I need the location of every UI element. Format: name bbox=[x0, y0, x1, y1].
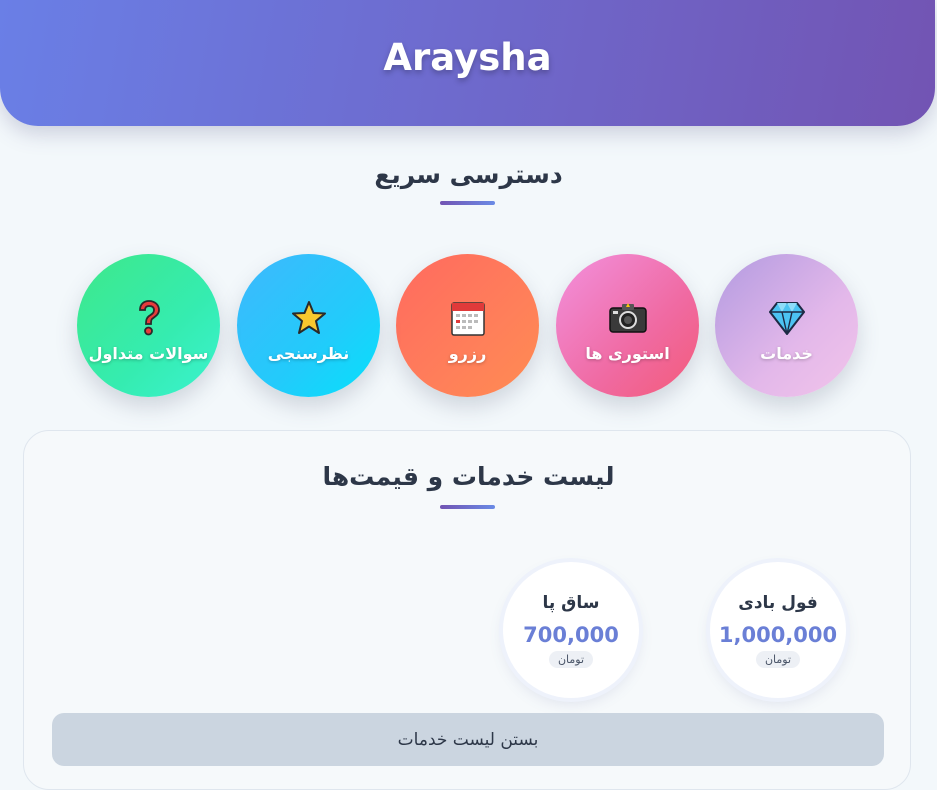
service-name: فول بادی bbox=[738, 592, 818, 613]
quick-access-underline bbox=[440, 201, 495, 205]
calendar-icon bbox=[448, 298, 488, 338]
services-title: لیست خدمات و قیمت‌ها bbox=[322, 462, 615, 491]
service-item-full-body[interactable]: فول بادی 1,000,000 تومان bbox=[710, 562, 846, 698]
app-title: Araysha bbox=[383, 35, 552, 79]
quick-item-survey[interactable]: نظرسنجی bbox=[237, 254, 380, 397]
quick-item-booking[interactable]: رزرو bbox=[396, 254, 539, 397]
quick-item-stories[interactable]: استوری ها bbox=[556, 254, 699, 397]
quick-item-faq[interactable]: سوالات متداول bbox=[77, 254, 220, 397]
star-icon bbox=[289, 298, 329, 338]
currency-badge: تومان bbox=[548, 650, 594, 668]
quick-item-services[interactable]: خدمات bbox=[715, 254, 858, 397]
service-price: 1,000,000 bbox=[718, 622, 838, 647]
quick-item-label: سوالات متداول bbox=[88, 344, 209, 363]
service-name: ساق پا bbox=[542, 592, 600, 613]
services-underline bbox=[440, 505, 495, 509]
quick-item-label: نظرسنجی bbox=[267, 344, 350, 363]
diamond-icon bbox=[767, 298, 807, 338]
quick-access-title: دسترسی سریع bbox=[374, 160, 563, 189]
quick-item-label: خدمات bbox=[760, 344, 813, 363]
service-item-leg[interactable]: ساق پا 700,000 تومان bbox=[503, 562, 639, 698]
camera-icon bbox=[608, 298, 648, 338]
close-services-button[interactable]: بستن لیست خدمات bbox=[52, 713, 884, 766]
app-header: Araysha bbox=[0, 0, 935, 126]
currency-badge: تومان bbox=[755, 650, 801, 668]
quick-item-label: استوری ها bbox=[585, 344, 670, 363]
question-icon bbox=[129, 298, 169, 338]
quick-item-label: رزرو bbox=[448, 344, 487, 363]
service-price: 700,000 bbox=[523, 622, 619, 647]
